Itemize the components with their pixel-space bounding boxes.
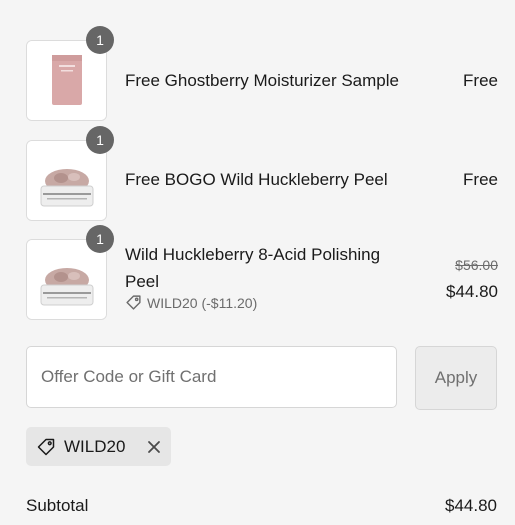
line-item: 1 Free Ghostberry Moisturizer Sample Fre…	[26, 26, 498, 122]
product-price: Free	[463, 170, 498, 189]
product-price: $44.80	[446, 282, 498, 301]
apply-button[interactable]: Apply	[415, 346, 497, 410]
close-icon[interactable]	[147, 440, 161, 454]
line-item: 1 Free BOGO Wild Huckleberry Peel Free	[26, 126, 498, 222]
quantity-badge: 1	[86, 26, 114, 54]
subtotal-value: $44.80	[445, 496, 497, 515]
discount-label: WILD20 (-$11.20)	[147, 294, 258, 311]
line-discount: WILD20 (-$11.20)	[125, 294, 257, 311]
product-price: Free	[463, 71, 498, 90]
tag-icon	[125, 294, 142, 311]
product-name-line: Peel	[125, 272, 160, 291]
quantity-badge: 1	[86, 225, 114, 253]
product-name: Wild Huckleberry 8-Acid Polishing Peel	[125, 241, 380, 295]
order-summary: 1 Free Ghostberry Moisturizer Sample Fre…	[0, 0, 515, 525]
quantity-badge: 1	[86, 126, 114, 154]
tag-icon	[36, 437, 56, 457]
product-name-line: Wild Huckleberry 8-Acid Polishing	[125, 245, 381, 264]
offer-code-input[interactable]	[26, 346, 397, 408]
product-name: Free BOGO Wild Huckleberry Peel	[125, 170, 388, 189]
applied-code-label: WILD20	[64, 436, 126, 456]
applied-code-chip: WILD20	[26, 427, 171, 466]
line-item: 1 Wild Huckleberry 8-Acid Polishing Peel…	[26, 225, 498, 321]
subtotal-label: Subtotal	[26, 496, 89, 515]
product-name: Free Ghostberry Moisturizer Sample	[125, 71, 399, 90]
original-price: $56.00	[455, 257, 498, 273]
